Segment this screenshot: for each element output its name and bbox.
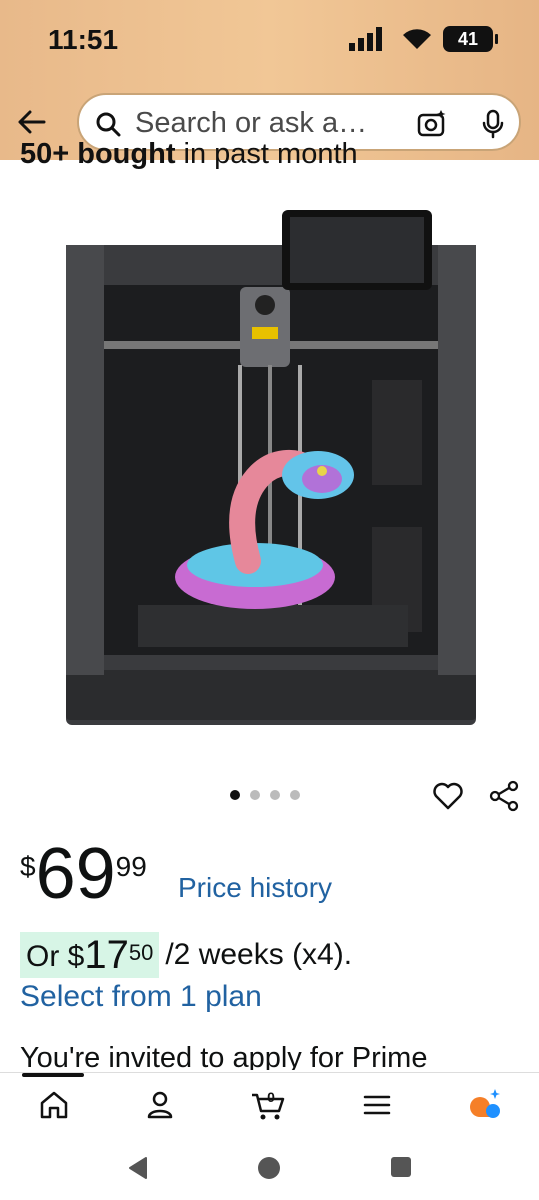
back-arrow-icon[interactable] (14, 104, 50, 140)
system-back-icon[interactable] (126, 1156, 150, 1180)
installment-currency: $ (67, 940, 85, 973)
wifi-icon (403, 29, 431, 49)
system-navigation (0, 1136, 539, 1200)
rufus-icon[interactable] (466, 1087, 502, 1123)
camera-lens-icon[interactable] (417, 109, 447, 139)
image-carousel-dots (230, 790, 300, 800)
prime-invite-text[interactable]: You're invited to apply for Prime (20, 1042, 427, 1070)
heart-icon[interactable] (432, 780, 464, 812)
bought-in-past-month: 50+ bought in past month (20, 138, 358, 178)
carousel-dot[interactable] (270, 790, 280, 800)
installment-plan: Or $17 50 /2 weeks (x4). (20, 932, 352, 978)
share-icon[interactable] (488, 780, 520, 812)
bought-period: in past month (175, 138, 358, 170)
price-whole: 69 (35, 834, 116, 914)
installment-terms: /2 weeks (x4). (165, 938, 353, 971)
cart-icon[interactable]: 0 (250, 1087, 286, 1123)
status-time: 11:51 (48, 24, 119, 55)
price-currency: $ (20, 851, 36, 882)
menu-icon[interactable] (359, 1087, 395, 1123)
installment-fraction: 50 (128, 940, 154, 965)
product-price: $ 69 99 (20, 833, 147, 915)
bottom-navigation: 0 (0, 1072, 539, 1137)
search-icon (96, 112, 121, 137)
carousel-dot-active[interactable] (230, 790, 240, 800)
system-recents-icon[interactable] (390, 1156, 412, 1178)
system-home-icon[interactable] (257, 1156, 281, 1180)
bought-count: 50+ bought (20, 138, 176, 170)
product-image[interactable] (60, 205, 480, 735)
status-icons: 41 (349, 26, 498, 52)
account-icon[interactable] (142, 1087, 178, 1123)
installment-highlight: Or $17 50 (20, 932, 160, 978)
home-icon[interactable] (36, 1087, 72, 1123)
select-plan-link[interactable]: Select from 1 plan (20, 980, 262, 1014)
search-input[interactable] (135, 107, 385, 139)
installment-whole: 17 (84, 933, 129, 977)
installment-or: Or (26, 940, 60, 973)
microphone-icon[interactable] (479, 109, 507, 139)
price-fraction: 99 (115, 851, 147, 882)
carousel-dot[interactable] (290, 790, 300, 800)
battery-indicator: 41 (443, 26, 498, 52)
carousel-dot[interactable] (250, 790, 260, 800)
signal-icon (349, 27, 382, 51)
price-history-link[interactable]: Price history (178, 872, 332, 904)
active-tab-indicator (22, 1073, 84, 1077)
app-header: 11:51 41 (0, 0, 539, 160)
cart-count: 0 (267, 1089, 275, 1105)
